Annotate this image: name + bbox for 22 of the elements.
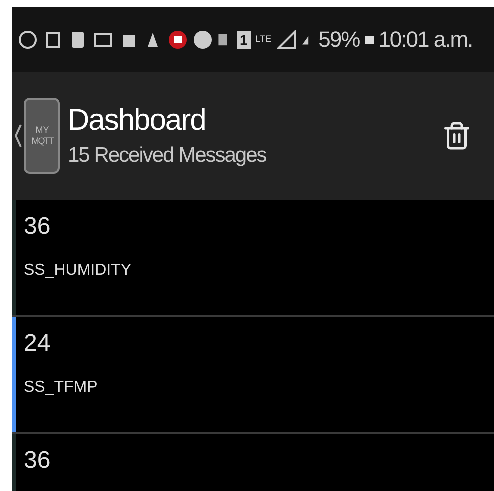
network-label: LTE xyxy=(256,35,272,44)
header-subtitle: 15 Received Messages xyxy=(68,143,268,169)
header-title: Dashboard xyxy=(68,103,207,139)
logo-text: MQTT xyxy=(30,136,55,148)
clock: 10:01 a.m. xyxy=(378,26,473,54)
message-row[interactable]: 36 SS_HUMIDITY xyxy=(12,200,494,317)
message-row[interactable]: 24 SS_TFMP xyxy=(12,317,494,434)
trash-icon xyxy=(442,121,472,151)
logo-text: MY xyxy=(34,124,50,136)
back-button[interactable]: MY MQTT xyxy=(14,98,60,174)
sim-number: 1 xyxy=(237,30,251,48)
message-topic: SS_HUMIDITY xyxy=(24,261,132,281)
message-topic: SS_TFMP xyxy=(24,378,98,398)
signal-icon xyxy=(276,30,297,50)
message-value: 36 xyxy=(24,212,51,242)
message-value: 36 xyxy=(24,446,51,476)
delete-button[interactable] xyxy=(442,121,472,151)
image-icon xyxy=(43,30,63,50)
battery-percentage: 59% xyxy=(318,26,360,54)
play-icon xyxy=(168,30,188,50)
chevron-left-icon xyxy=(14,123,22,149)
message-value: 24 xyxy=(24,329,51,359)
